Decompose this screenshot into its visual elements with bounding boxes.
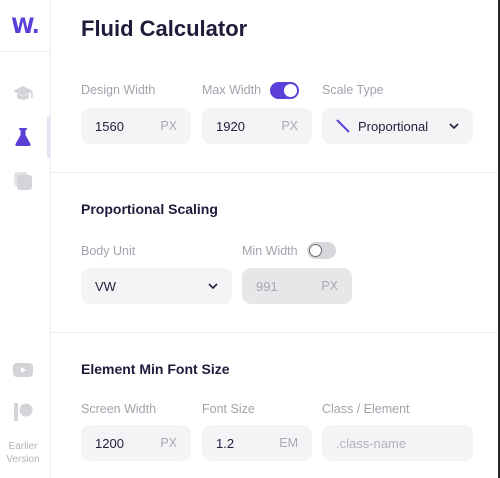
- class-element-placeholder: .class-name: [336, 435, 407, 451]
- max-width-toggle[interactable]: [270, 82, 299, 99]
- divider: [51, 172, 500, 173]
- body-unit-select[interactable]: VW: [81, 268, 232, 304]
- screen-width-label: Screen Width: [81, 402, 157, 416]
- min-width-input[interactable]: 991 PX: [242, 268, 352, 304]
- graduation-cap-icon[interactable]: [11, 82, 35, 106]
- active-indicator: [47, 116, 50, 158]
- copy-stack-icon[interactable]: [11, 169, 35, 193]
- design-width-input[interactable]: 1560 PX: [81, 108, 191, 144]
- min-font-size-title: Element Min Font Size: [81, 361, 230, 377]
- max-width-label: Max Width: [202, 83, 262, 97]
- design-width-value: 1560: [95, 118, 124, 134]
- chevron-down-icon: [208, 283, 218, 289]
- flask-icon[interactable]: [11, 125, 35, 149]
- font-size-value: 1.2: [216, 435, 235, 451]
- max-width-value: 1920: [216, 118, 245, 134]
- logo[interactable]: W.: [0, 0, 50, 52]
- page-title: Fluid Calculator: [81, 16, 248, 41]
- max-width-unit: PX: [281, 119, 298, 133]
- design-width-unit: PX: [160, 119, 177, 133]
- chevron-down-icon: [449, 123, 459, 129]
- scale-type-label: Scale Type: [322, 83, 384, 97]
- screen-width-unit: PX: [160, 436, 177, 450]
- min-width-toggle[interactable]: [307, 242, 336, 259]
- patreon-icon[interactable]: [11, 400, 35, 424]
- font-size-label: Font Size: [202, 402, 255, 416]
- min-width-unit: PX: [321, 279, 338, 293]
- main-panel: Fluid Calculator Design Width 1560 PX Ma…: [51, 0, 500, 478]
- scale-type-value: Proportional: [358, 118, 429, 134]
- youtube-icon[interactable]: [11, 358, 35, 382]
- class-element-input[interactable]: .class-name: [322, 425, 473, 461]
- min-width-value: 991: [256, 278, 278, 294]
- min-width-label: Min Width: [242, 244, 298, 258]
- font-size-unit: EM: [279, 436, 298, 450]
- max-width-input[interactable]: 1920 PX: [202, 108, 312, 144]
- screen-width-value: 1200: [95, 435, 124, 451]
- earlier-version-link[interactable]: Earlier Version: [0, 440, 46, 466]
- divider: [51, 332, 500, 333]
- sidebar: W. Earlier Version: [0, 0, 51, 478]
- proportional-scaling-title: Proportional Scaling: [81, 201, 218, 217]
- screen-width-input[interactable]: 1200 PX: [81, 425, 191, 461]
- class-element-label: Class / Element: [322, 402, 410, 416]
- body-unit-value: VW: [95, 278, 116, 294]
- font-size-input[interactable]: 1.2 EM: [202, 425, 312, 461]
- diagonal-line-icon: [336, 119, 350, 133]
- design-width-label: Design Width: [81, 83, 156, 97]
- body-unit-label: Body Unit: [81, 244, 136, 258]
- scale-type-select[interactable]: Proportional: [322, 108, 473, 144]
